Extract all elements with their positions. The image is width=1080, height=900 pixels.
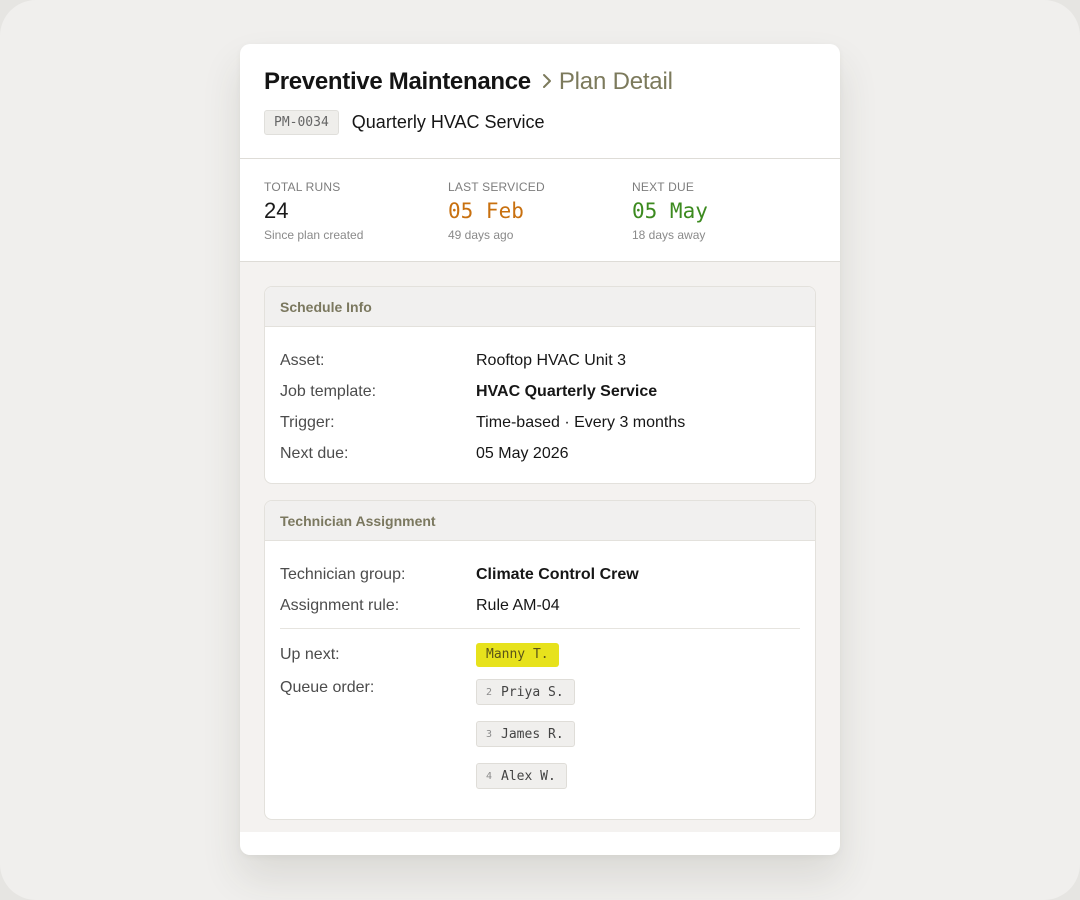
queue-chip[interactable]: 3 James R. bbox=[476, 721, 575, 747]
field-value[interactable]: HVAC Quarterly Service bbox=[476, 383, 657, 401]
panel-body: Technician group: Climate Control Crew A… bbox=[265, 541, 815, 819]
field-label: Asset: bbox=[280, 351, 325, 369]
breadcrumb-root[interactable]: Preventive Maintenance bbox=[264, 68, 531, 96]
field-job-template: Job template: HVAC Quarterly Service bbox=[280, 376, 800, 407]
field-label: Technician group: bbox=[280, 565, 406, 583]
queue-technician: Priya S. bbox=[501, 684, 564, 700]
field-value[interactable]: Climate Control Crew bbox=[476, 566, 639, 584]
plan-identity: PM-0034 Quarterly HVAC Service bbox=[264, 110, 816, 135]
field-label: Trigger: bbox=[280, 413, 335, 431]
stat-last-serviced: LAST SERVICED 05 Feb 49 days ago bbox=[448, 180, 632, 261]
queue-technician: James R. bbox=[501, 726, 564, 742]
queue-position: 2 bbox=[486, 686, 493, 698]
chevron-right-icon bbox=[537, 71, 559, 91]
field-assignment-rule: Assignment rule: Rule AM-04 bbox=[280, 590, 800, 621]
breadcrumb-current: Plan Detail bbox=[558, 68, 673, 95]
queue-position: 3 bbox=[486, 728, 493, 740]
stat-value: 24 bbox=[264, 198, 289, 223]
field-label: Queue order: bbox=[280, 679, 375, 696]
stats-bar: TOTAL RUNS 24 Since plan created LAST SE… bbox=[240, 159, 840, 262]
field-asset: Asset: Rooftop HVAC Unit 3 bbox=[280, 345, 800, 376]
plan-name: Quarterly HVAC Service bbox=[351, 112, 545, 132]
field-label: Job template: bbox=[280, 382, 377, 400]
queue-chip[interactable]: 2 Priya S. bbox=[476, 679, 575, 705]
stat-value: 05 Feb bbox=[448, 199, 524, 223]
panel-body: Asset: Rooftop HVAC Unit 3 Job template:… bbox=[265, 327, 815, 483]
queue-chip[interactable]: 4 Alex W. bbox=[476, 763, 567, 789]
stat-note: Since plan created bbox=[264, 228, 364, 242]
queue-position: 4 bbox=[486, 770, 493, 782]
field-value: Time-based · Every 3 months bbox=[476, 413, 686, 431]
field-label: Assignment rule: bbox=[280, 596, 400, 614]
breadcrumb: Preventive Maintenance Plan Detail bbox=[264, 68, 816, 98]
stat-label: NEXT DUE bbox=[632, 180, 695, 194]
field-value: Rule AM-04 bbox=[476, 596, 560, 614]
divider bbox=[280, 628, 800, 629]
stat-next-due: NEXT DUE 05 May 18 days away bbox=[632, 180, 816, 261]
panel-heading: Technician Assignment bbox=[265, 501, 815, 541]
field-technician-group: Technician group: Climate Control Crew bbox=[280, 559, 800, 590]
schedule-info-panel: Schedule Info Asset: Rooftop HVAC Unit 3… bbox=[264, 286, 816, 484]
queue-technician: Alex W. bbox=[501, 768, 556, 784]
field-trigger: Trigger: Time-based · Every 3 months bbox=[280, 407, 800, 438]
field-label: Next due: bbox=[280, 444, 349, 462]
field-queue-order: Queue order: 2 Priya S. 3 James R. 4 Ale bbox=[280, 679, 800, 805]
plan-detail-card: Preventive Maintenance Plan Detail PM-00… bbox=[240, 44, 840, 855]
stat-total-runs: TOTAL RUNS 24 Since plan created bbox=[264, 180, 448, 261]
stat-label: LAST SERVICED bbox=[448, 180, 545, 194]
detail-body: Schedule Info Asset: Rooftop HVAC Unit 3… bbox=[240, 262, 840, 832]
panel-heading: Schedule Info bbox=[265, 287, 815, 327]
stat-note: 49 days ago bbox=[448, 228, 514, 242]
field-next-due: Next due: 05 May 2026 bbox=[280, 438, 800, 469]
up-next-technician-chip[interactable]: Manny T. bbox=[476, 643, 559, 667]
technician-assignment-panel: Technician Assignment Technician group: … bbox=[264, 500, 816, 820]
queue-list: 2 Priya S. 3 James R. 4 Alex W. bbox=[476, 679, 575, 805]
field-label: Up next: bbox=[280, 646, 340, 663]
page-header: Preventive Maintenance Plan Detail PM-00… bbox=[240, 44, 840, 159]
field-up-next: Up next: Manny T. bbox=[280, 641, 800, 669]
field-value: Rooftop HVAC Unit 3 bbox=[476, 351, 626, 369]
stat-value: 05 May bbox=[632, 199, 708, 223]
field-value: 05 May 2026 bbox=[476, 444, 569, 462]
stat-note: 18 days away bbox=[632, 228, 706, 242]
plan-code-badge: PM-0034 bbox=[264, 110, 339, 135]
stat-label: TOTAL RUNS bbox=[264, 180, 341, 194]
